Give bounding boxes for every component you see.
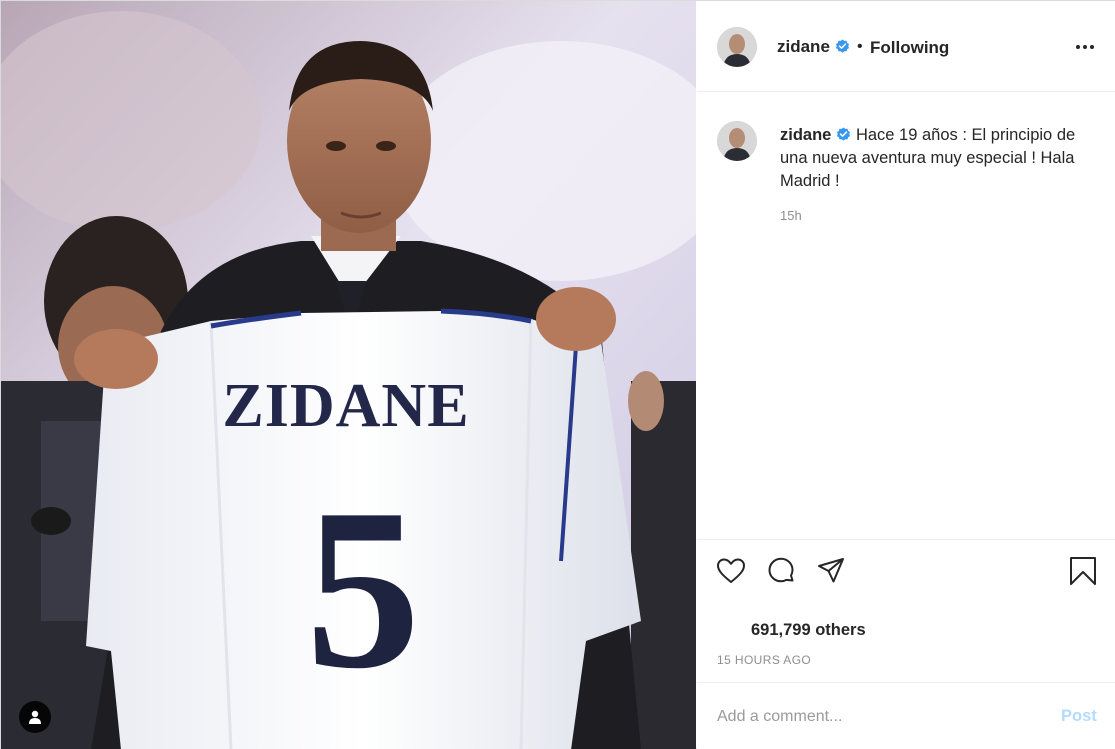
- heart-icon[interactable]: [715, 555, 747, 587]
- photo-illustration: ZIDANE 5: [1, 1, 696, 749]
- post-side-panel: zidane • Following zidane Hace 19 años:…: [697, 1, 1115, 749]
- post-header: zidane • Following: [697, 1, 1115, 92]
- bookmark-icon[interactable]: [1067, 555, 1099, 587]
- caption-area: zidane Hace 19 años : El principio de un…: [697, 92, 1115, 540]
- verified-badge-icon: [835, 39, 849, 53]
- post-date[interactable]: 15 HOURS AGO: [717, 653, 811, 667]
- likes-count[interactable]: 691,799 others: [751, 621, 866, 640]
- comment-input[interactable]: [717, 705, 1017, 729]
- share-icon[interactable]: [815, 555, 847, 587]
- header-username[interactable]: zidane: [777, 37, 850, 57]
- comment-box: Post: [697, 682, 1115, 749]
- caption-username[interactable]: zidane: [780, 126, 831, 144]
- more-options-icon[interactable]: [1073, 35, 1097, 59]
- verified-badge-icon: [837, 127, 851, 141]
- action-bar: [697, 549, 1115, 593]
- user-tag-icon[interactable]: [19, 701, 51, 733]
- post-comment-button[interactable]: Post: [1061, 707, 1097, 726]
- header-separator: •: [857, 38, 863, 55]
- post-photo[interactable]: ZIDANE 5: [1, 1, 696, 749]
- header-username-text[interactable]: zidane: [777, 37, 830, 56]
- caption-text-block: zidane Hace 19 años : El principio de un…: [780, 124, 1090, 193]
- following-button[interactable]: Following: [870, 38, 949, 58]
- comment-icon[interactable]: [765, 555, 797, 587]
- jersey-number-text: 5: [306, 461, 421, 716]
- post-dialog: ZIDANE 5 zidane • Following zidane Hace …: [0, 0, 1115, 749]
- caption-timestamp[interactable]: 15h: [780, 208, 802, 223]
- jersey-name-text: ZIDANE: [222, 372, 469, 440]
- likes-row: 691,799 others: [697, 613, 1115, 643]
- avatar[interactable]: [717, 27, 757, 67]
- caption-avatar[interactable]: [717, 121, 757, 161]
